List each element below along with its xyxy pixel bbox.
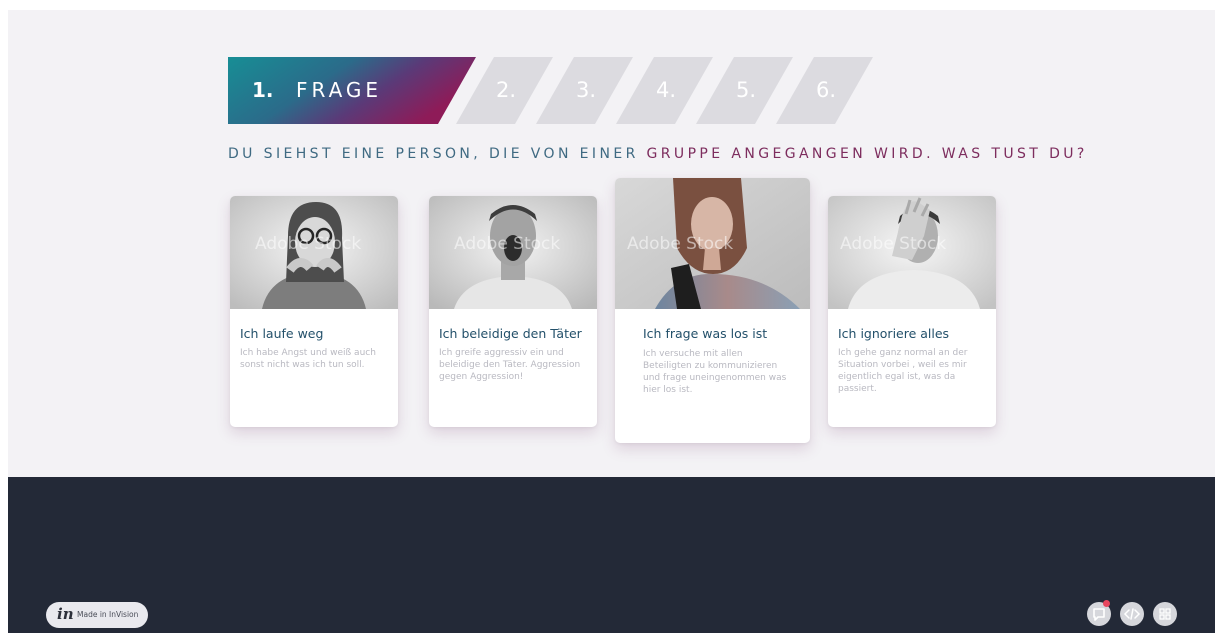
watermark: Adobe Stock: [454, 234, 561, 254]
desc-line: beleidige den Täter. Aggression: [439, 360, 581, 370]
answer-card-3[interactable]: Adobe Stock Ich frage was los ist Ich ve…: [615, 178, 810, 443]
desc-line: Situation vorbei , weil es mir: [838, 360, 967, 370]
step-1-active[interactable]: 1. FRAGE: [228, 57, 478, 124]
step-6[interactable]: 6.: [776, 57, 876, 124]
desc-line: Ich habe Angst und weiß auch: [240, 348, 376, 358]
made-in-invision-badge[interactable]: in Made in InVision: [46, 602, 148, 628]
watermark: Adobe Stock: [627, 234, 734, 254]
desc-line: Ich versuche mit allen: [643, 349, 743, 359]
desc-line: hier los ist.: [643, 385, 693, 395]
comments-button[interactable]: [1087, 600, 1111, 626]
desc-line: eigentlich egal ist, was da: [838, 372, 956, 382]
desc-line: Ich greife aggressiv ein und: [439, 348, 564, 358]
desc-line: sonst nicht was ich tun soll.: [240, 360, 365, 370]
desc-line: passiert.: [838, 384, 877, 394]
desc-line: Ich gehe ganz normal an der: [838, 348, 968, 358]
question-text: DU SIEHST EINE PERSON, DIE VON EINER GRU…: [228, 146, 1108, 162]
card-title: Ich laufe weg: [240, 326, 324, 341]
card-description: Ich habe Angst und weiß auch sonst nicht…: [240, 347, 376, 371]
desc-line: gegen Aggression!: [439, 372, 524, 382]
card-title: Ich frage was los ist: [643, 326, 768, 341]
question-part-2: GRUPPE ANGEGANGEN WIRD. WAS TUST DU?: [646, 146, 1088, 162]
question-part-1: DU SIEHST EINE PERSON, DIE VON EINER: [228, 146, 647, 162]
desc-line: Beteiligten zu kommunizieren: [643, 361, 778, 371]
step-1-number: 1.: [252, 78, 274, 102]
invision-logo-icon: in: [57, 605, 74, 623]
step-1-label: FRAGE: [296, 78, 383, 102]
notification-badge: [1103, 600, 1110, 607]
question-stepper: 1. FRAGE 2. 3. 4. 5. 6.: [228, 57, 908, 124]
card-title: Ich beleidige den Täter: [439, 326, 582, 341]
invision-badge-text: Made in InVision: [77, 610, 139, 619]
step-5-label: 5.: [736, 78, 757, 102]
grid-icon: [1159, 608, 1171, 620]
card-description: Ich greife aggressiv ein und beleidige d…: [439, 347, 580, 383]
watermark: Adobe Stock: [840, 234, 947, 254]
desc-line: und frage uneingenommen was: [643, 373, 787, 383]
step-2-label: 2.: [496, 78, 517, 102]
step-4-label: 4.: [656, 78, 677, 102]
card-title: Ich ignoriere alles: [838, 326, 950, 341]
card-description: Ich versuche mit allen Beteiligten zu ko…: [643, 348, 786, 396]
card-description: Ich gehe ganz normal an der Situation vo…: [838, 347, 967, 395]
code-icon: [1123, 608, 1141, 620]
watermark: Adobe Stock: [255, 234, 362, 254]
answer-card-4[interactable]: Adobe Stock Ich ignoriere alles Ich gehe…: [828, 196, 996, 427]
answer-card-2[interactable]: Adobe Stock Ich beleidige den Täter Ich …: [429, 196, 597, 427]
content-area: 1. FRAGE 2. 3. 4. 5. 6. DU SIEHST EINE P…: [8, 10, 1215, 477]
footer: in Made in InVision: [8, 477, 1215, 633]
code-button[interactable]: [1120, 602, 1144, 626]
step-3-label: 3.: [576, 78, 597, 102]
step-6-label: 6.: [816, 78, 837, 102]
grid-button[interactable]: [1153, 602, 1177, 626]
answer-card-1[interactable]: Adobe Stock Ich laufe weg Ich habe Angst…: [230, 196, 398, 427]
page: 1. FRAGE 2. 3. 4. 5. 6. DU SIEHST EINE P…: [8, 10, 1215, 633]
